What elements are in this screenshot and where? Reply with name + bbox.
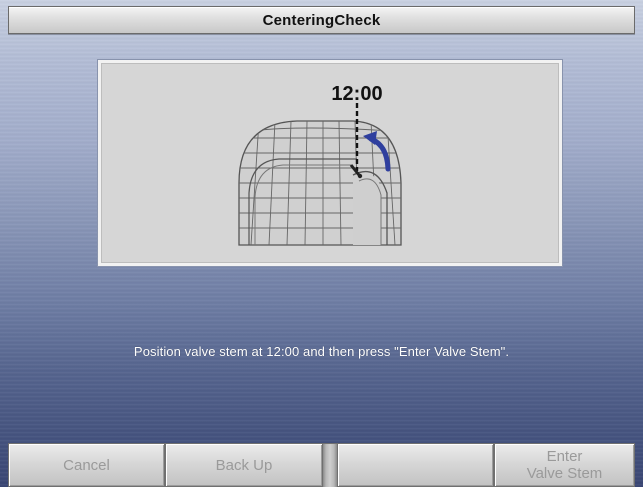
clock-label: 12:00 (331, 83, 382, 105)
enter-valve-stem-label-line1: Enter (546, 448, 583, 465)
enter-valve-stem-button[interactable]: Enter Valve Stem (494, 443, 635, 487)
function-key-bar: Cancel Back Up Enter Valve Stem (8, 443, 635, 487)
illustration-panel: 12:00 (98, 60, 562, 266)
tire-illustration: 12:00 (238, 83, 402, 246)
enter-valve-stem-label-line2: Valve Stem (526, 465, 603, 482)
title-bar: CenteringCheck (8, 6, 635, 34)
back-up-button-label: Back Up (215, 456, 273, 474)
button-divider (323, 443, 337, 487)
centering-check-screen: CenteringCheck 12:00 Position valve stem… (0, 0, 643, 487)
instruction-text: Position valve stem at 12:00 and then pr… (133, 344, 510, 359)
cancel-button[interactable]: Cancel (8, 443, 165, 487)
window-title: CenteringCheck (262, 11, 381, 29)
back-up-button[interactable]: Back Up (165, 443, 323, 487)
cancel-button-label: Cancel (63, 456, 110, 474)
blank-function-key[interactable] (337, 443, 494, 487)
